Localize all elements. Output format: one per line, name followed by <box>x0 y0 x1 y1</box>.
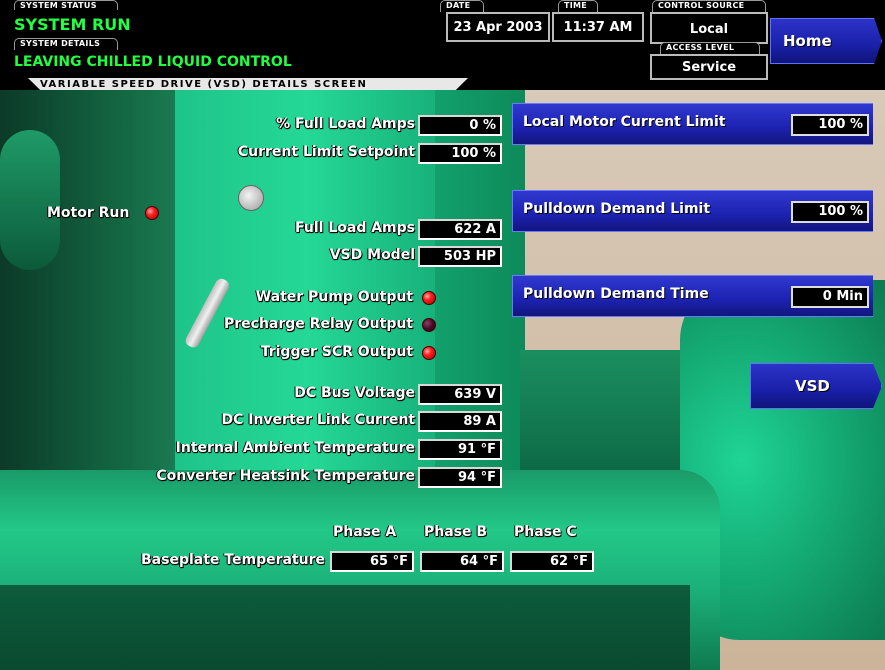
background-base <box>0 585 690 670</box>
dc-inverter-link-current-value: 89 A <box>418 411 502 432</box>
current-limit-setpoint-label: Current Limit Setpoint <box>237 144 415 160</box>
dc-bus-voltage-label: DC Bus Voltage <box>294 385 415 401</box>
time-value: 11:37 AM <box>563 20 633 35</box>
baseplate-phase-b-value: 64 °F <box>420 551 504 572</box>
header: SYSTEM STATUS SYSTEM RUN SYSTEM DETAILS … <box>0 0 885 90</box>
background-pipe <box>0 130 60 270</box>
system-status-text: SYSTEM RUN <box>14 15 131 34</box>
pulldown-demand-time-value: 0 Min <box>791 286 869 308</box>
date-tab: DATE <box>440 0 484 12</box>
current-limit-setpoint-value: 100 % <box>418 143 502 164</box>
internal-ambient-temp-value: 91 °F <box>418 439 502 460</box>
water-pump-output-label: Water Pump Output <box>255 289 413 305</box>
access-level-tab: ACCESS LEVEL <box>660 42 760 54</box>
converter-heatsink-temp-label: Converter Heatsink Temperature <box>156 468 415 484</box>
phase-a-header: Phase A <box>333 524 397 540</box>
converter-heatsink-temp-value: 94 °F <box>418 467 502 488</box>
full-load-amps-pct-value: 0 % <box>418 115 502 136</box>
control-source-box: Local <box>650 12 768 44</box>
full-load-amps-value: 622 A <box>418 219 502 240</box>
control-source-value: Local <box>689 22 729 37</box>
full-load-amps-pct-label: % Full Load Amps <box>276 116 415 132</box>
water-pump-output-indicator <box>422 291 436 305</box>
time-box: 11:37 AM <box>552 12 644 42</box>
access-level-box: Service <box>650 54 768 80</box>
phase-b-header: Phase B <box>424 524 488 540</box>
home-button[interactable]: Home <box>770 18 882 64</box>
internal-ambient-temp-label: Internal Ambient Temperature <box>175 440 415 456</box>
system-details-box: LEAVING CHILLED LIQUID CONTROL <box>10 50 646 76</box>
local-motor-current-limit-value: 100 % <box>791 114 869 136</box>
access-level-value: Service <box>681 60 737 75</box>
phase-c-header: Phase C <box>514 524 577 540</box>
local-motor-current-limit-label: Local Motor Current Limit <box>523 114 726 130</box>
precharge-relay-output-label: Precharge Relay Output <box>224 316 413 332</box>
date-box: 23 Apr 2003 <box>446 12 550 42</box>
motor-run-indicator <box>145 206 159 220</box>
pulldown-demand-time-label: Pulldown Demand Time <box>523 286 709 302</box>
vsd-model-label: VSD Model <box>329 247 415 263</box>
vsd-model-value: 503 HP <box>418 246 502 267</box>
baseplate-temp-label: Baseplate Temperature <box>141 552 325 568</box>
system-status-box: SYSTEM RUN <box>10 10 440 38</box>
local-motor-current-limit-button[interactable]: Local Motor Current Limit 100 % <box>512 103 873 145</box>
trigger-scr-output-label: Trigger SCR Output <box>260 344 413 360</box>
pulldown-demand-limit-label: Pulldown Demand Limit <box>523 201 711 217</box>
full-load-amps-label: Full Load Amps <box>295 220 415 236</box>
control-source-tab: CONTROL SOURCE <box>652 0 766 12</box>
precharge-relay-output-indicator <box>422 318 436 332</box>
motor-run-label: Motor Run <box>47 205 130 221</box>
wrench-head-icon <box>238 185 264 211</box>
dc-bus-voltage-value: 639 V <box>418 384 502 405</box>
dc-inverter-link-current-label: DC Inverter Link Current <box>221 412 415 428</box>
system-details-tab: SYSTEM DETAILS <box>14 38 118 50</box>
pulldown-demand-limit-value: 100 % <box>791 201 869 223</box>
pulldown-demand-time-button[interactable]: Pulldown Demand Time 0 Min <box>512 275 873 317</box>
date-value: 23 Apr 2003 <box>453 20 543 35</box>
pulldown-demand-limit-button[interactable]: Pulldown Demand Limit 100 % <box>512 190 873 232</box>
vsd-button[interactable]: VSD <box>750 363 882 409</box>
time-tab: TIME <box>558 0 598 12</box>
system-details-text: LEAVING CHILLED LIQUID CONTROL <box>14 54 292 70</box>
baseplate-phase-a-value: 65 °F <box>330 551 414 572</box>
trigger-scr-output-indicator <box>422 346 436 360</box>
baseplate-phase-c-value: 62 °F <box>510 551 594 572</box>
